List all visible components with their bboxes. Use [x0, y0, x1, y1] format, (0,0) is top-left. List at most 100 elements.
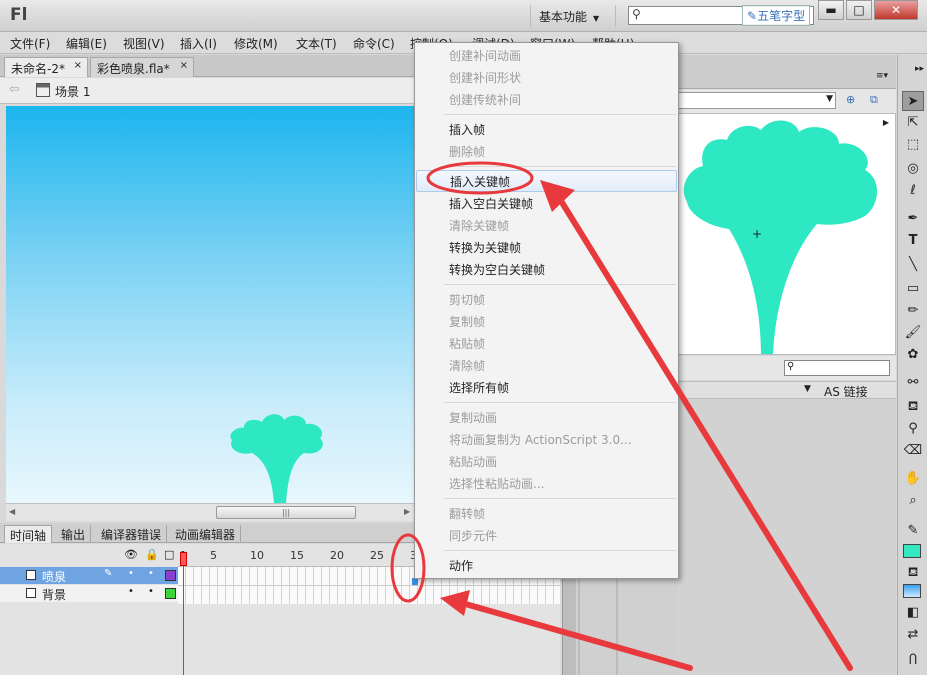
- close-button[interactable]: ✕: [874, 0, 918, 20]
- rectangle-tool-icon[interactable]: ▭: [902, 279, 924, 299]
- tab-timeline[interactable]: 时间轴: [4, 525, 53, 543]
- tab-output[interactable]: 输出: [56, 525, 92, 543]
- tab-untitled-2[interactable]: 未命名-2* ×: [4, 57, 88, 77]
- eraser-tool-icon[interactable]: ⌫: [902, 441, 924, 461]
- menu-item-copy-motion-as-as3[interactable]: 将动画复制为 ActionScript 3.0...: [416, 428, 677, 450]
- menu-modify[interactable]: 修改(M): [234, 35, 278, 52]
- menu-item-insert-keyframe[interactable]: 插入关键帧: [416, 170, 677, 192]
- menu-item-select-all-frames[interactable]: 选择所有帧: [416, 376, 677, 398]
- menu-edit[interactable]: 编辑(E): [66, 35, 107, 52]
- layer-color-swatch[interactable]: [165, 588, 176, 599]
- tab-motion-editor[interactable]: 动画编辑器: [170, 525, 242, 543]
- text-tool-icon[interactable]: T: [902, 231, 924, 251]
- pencil-tool-icon[interactable]: ✏: [902, 301, 924, 321]
- snap-to-objects-icon[interactable]: Ⴖ: [902, 651, 924, 671]
- new-library-panel-icon[interactable]: ⧉: [870, 93, 878, 107]
- selected-frame[interactable]: [412, 578, 418, 585]
- menu-item-remove-frames[interactable]: 删除帧: [416, 140, 677, 162]
- menu-item-convert-to-blank-keyframes[interactable]: 转换为空白关键帧: [416, 258, 677, 280]
- panel-menu-icon[interactable]: ≡▾: [876, 71, 888, 81]
- lock-icon[interactable]: 🔒: [145, 548, 159, 561]
- menu-item-reverse-frames[interactable]: 翻转帧: [416, 502, 677, 524]
- menu-commands[interactable]: 命令(C): [353, 35, 395, 52]
- menu-insert[interactable]: 插入(I): [180, 35, 217, 52]
- menu-item-paste-motion-special[interactable]: 选择性粘贴动画...: [416, 472, 677, 494]
- library-search-input[interactable]: ⚲: [784, 360, 890, 376]
- collapse-tools-icon[interactable]: ▸▸: [902, 59, 924, 79]
- menu-text[interactable]: 文本(T): [296, 35, 337, 52]
- selection-tool-icon[interactable]: ➤: [902, 91, 924, 111]
- visibility-dot[interactable]: •: [128, 568, 134, 579]
- menu-item-paste-motion[interactable]: 粘贴动画: [416, 450, 677, 472]
- minimize-button[interactable]: ▬: [818, 0, 844, 20]
- scroll-right-icon[interactable]: ▶: [404, 507, 410, 516]
- tab-fountain-fla[interactable]: 彩色喷泉.fla* ×: [90, 57, 194, 77]
- playhead-handle[interactable]: [180, 552, 187, 566]
- menu-item-create-classic-tween[interactable]: 创建传统补间: [416, 88, 677, 110]
- menu-item-actions[interactable]: 动作: [416, 554, 677, 576]
- layer-row-background[interactable]: 背景 • •: [0, 585, 178, 602]
- outline-icon[interactable]: □: [164, 548, 174, 561]
- free-transform-tool-icon[interactable]: ⬚: [902, 135, 924, 155]
- pin-library-icon[interactable]: ⊕: [846, 93, 855, 106]
- menu-item-insert-blank-keyframe[interactable]: 插入空白关键帧: [416, 192, 677, 214]
- chevron-down-icon: ▼: [826, 94, 833, 104]
- library-item-list[interactable]: [678, 399, 896, 675]
- playhead[interactable]: [180, 552, 187, 675]
- sort-down-icon[interactable]: ▼: [804, 384, 811, 394]
- stage-horizontal-scrollbar[interactable]: ◀ ||| ▶: [6, 503, 415, 521]
- eye-icon[interactable]: 👁: [124, 548, 138, 561]
- layer-icon: [26, 570, 36, 580]
- menu-item-copy-motion[interactable]: 复制动画: [416, 406, 677, 428]
- swap-colors-icon[interactable]: ⇄: [902, 625, 924, 645]
- layer-row-fountain[interactable]: 喷泉 ✎ • •: [0, 567, 178, 584]
- menu-item-clear-keyframe[interactable]: 清除关键帧: [416, 214, 677, 236]
- fountain-shape[interactable]: [6, 106, 415, 503]
- fill-color-swatch[interactable]: [903, 584, 921, 598]
- maximize-button[interactable]: □: [846, 0, 872, 20]
- stroke-color-swatch[interactable]: [903, 544, 921, 558]
- zoom-tool-icon[interactable]: ⌕: [902, 491, 924, 511]
- menu-item-create-motion-tween[interactable]: 创建补间动画: [416, 44, 677, 66]
- lock-dot[interactable]: •: [148, 568, 154, 579]
- menu-item-create-shape-tween[interactable]: 创建补间形状: [416, 66, 677, 88]
- bone-tool-icon[interactable]: ⚯: [902, 373, 924, 393]
- pen-tool-icon[interactable]: ✒: [902, 209, 924, 229]
- menu-item-copy-frames[interactable]: 复制帧: [416, 310, 677, 332]
- deco-tool-icon[interactable]: ✿: [902, 345, 924, 365]
- close-icon[interactable]: ×: [74, 60, 82, 71]
- menu-item-synchronize-symbols[interactable]: 同步元件: [416, 524, 677, 546]
- menu-item-convert-to-keyframes[interactable]: 转换为关键帧: [416, 236, 677, 258]
- hand-tool-icon[interactable]: ✋: [902, 469, 924, 489]
- subselection-tool-icon[interactable]: ⇱: [902, 113, 924, 133]
- back-arrow-icon[interactable]: ⇦: [9, 82, 20, 97]
- library-document-select[interactable]: ▼: [678, 92, 836, 109]
- close-icon[interactable]: ×: [180, 60, 188, 71]
- stage-canvas[interactable]: [6, 106, 415, 503]
- scrollbar-thumb[interactable]: |||: [216, 506, 356, 519]
- lasso-tool-icon[interactable]: ℓ: [902, 181, 924, 201]
- eyedropper-tool-icon[interactable]: ⚲: [902, 419, 924, 439]
- menu-item-clear-frames[interactable]: 清除帧: [416, 354, 677, 376]
- menu-item-cut-frames[interactable]: 剪切帧: [416, 288, 677, 310]
- black-white-icon[interactable]: ◧: [902, 603, 924, 623]
- visibility-dot[interactable]: •: [128, 586, 134, 597]
- menu-item-paste-frames[interactable]: 粘贴帧: [416, 332, 677, 354]
- workspace-switcher[interactable]: 基本功能 ▼: [530, 5, 616, 27]
- menu-separator: [444, 114, 676, 115]
- paint-bucket-tool-icon[interactable]: ⛾: [902, 397, 924, 417]
- watermark-text: 五笔字型: [757, 9, 806, 23]
- menu-item-insert-frame[interactable]: 插入帧: [416, 118, 677, 140]
- as-linkage-column[interactable]: AS 链接: [824, 383, 868, 400]
- scroll-left-icon[interactable]: ◀: [9, 507, 15, 516]
- menu-file[interactable]: 文件(F): [10, 35, 50, 52]
- pencil-icon: ✎: [104, 568, 113, 579]
- layer-color-swatch[interactable]: [165, 570, 176, 581]
- lock-dot[interactable]: •: [148, 586, 154, 597]
- menu-view[interactable]: 视图(V): [123, 35, 165, 52]
- fill-color-bucket-icon: ⛾: [907, 565, 919, 580]
- 3d-rotation-tool-icon[interactable]: ◎: [902, 159, 924, 179]
- line-tool-icon[interactable]: ╲: [902, 255, 924, 275]
- brush-tool-icon[interactable]: 🖌: [902, 323, 924, 343]
- tab-compiler-errors[interactable]: 编译器错误: [96, 525, 168, 543]
